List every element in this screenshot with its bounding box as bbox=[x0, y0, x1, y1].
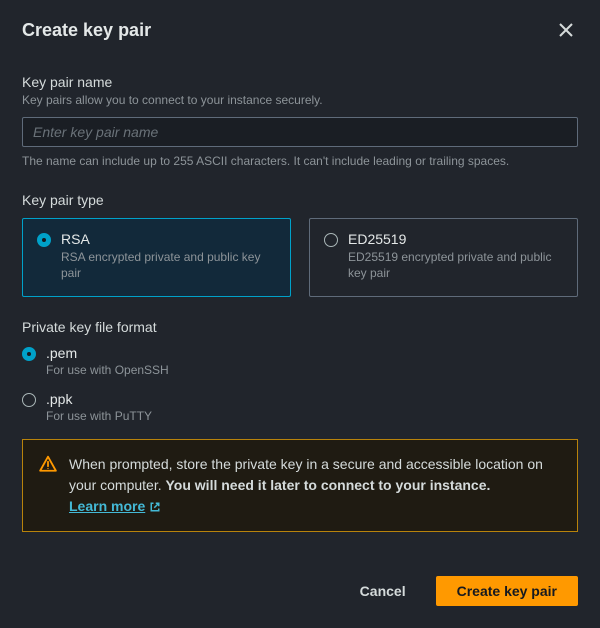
private-key-format-options: .pem For use with OpenSSH .ppk For use w… bbox=[22, 345, 578, 423]
key-pair-name-input[interactable] bbox=[22, 117, 578, 147]
learn-more-label: Learn more bbox=[69, 496, 145, 517]
tile-title: RSA bbox=[61, 231, 276, 247]
key-pair-name-helper: Key pairs allow you to connect to your i… bbox=[22, 92, 578, 109]
key-pair-name-section: Key pair name Key pairs allow you to con… bbox=[22, 74, 578, 170]
key-pair-type-rsa[interactable]: RSA RSA encrypted private and public key… bbox=[22, 218, 291, 298]
radio-title: .pem bbox=[46, 345, 578, 361]
key-pair-type-label: Key pair type bbox=[22, 192, 578, 208]
close-button[interactable] bbox=[554, 18, 578, 42]
modal-footer: Cancel Create key pair bbox=[0, 558, 600, 628]
key-pair-name-label: Key pair name bbox=[22, 74, 578, 90]
modal-body: Key pair name Key pairs allow you to con… bbox=[0, 56, 600, 558]
warning-text: When prompted, store the private key in … bbox=[69, 454, 561, 517]
format-option-ppk[interactable]: .ppk For use with PuTTY bbox=[22, 391, 578, 423]
key-pair-type-options: RSA RSA encrypted private and public key… bbox=[22, 218, 578, 298]
key-pair-type-ed25519[interactable]: ED25519 ED25519 encrypted private and pu… bbox=[309, 218, 578, 298]
warning-icon bbox=[39, 455, 57, 473]
key-pair-name-constraint: The name can include up to 255 ASCII cha… bbox=[22, 153, 578, 170]
key-pair-type-section: Key pair type RSA RSA encrypted private … bbox=[22, 192, 578, 298]
radio-icon bbox=[22, 393, 36, 407]
external-link-icon bbox=[149, 501, 161, 513]
warning-alert: When prompted, store the private key in … bbox=[22, 439, 578, 532]
radio-icon bbox=[37, 233, 51, 247]
modal-title: Create key pair bbox=[22, 20, 151, 41]
modal-header: Create key pair bbox=[0, 0, 600, 56]
cancel-button[interactable]: Cancel bbox=[340, 577, 426, 605]
close-icon bbox=[558, 22, 574, 38]
tile-desc: RSA encrypted private and public key pai… bbox=[61, 249, 276, 283]
warning-text-bold: You will need it later to connect to you… bbox=[166, 477, 491, 493]
radio-icon bbox=[22, 347, 36, 361]
radio-desc: For use with PuTTY bbox=[46, 409, 578, 423]
private-key-format-section: Private key file format .pem For use wit… bbox=[22, 319, 578, 423]
radio-desc: For use with OpenSSH bbox=[46, 363, 578, 377]
create-key-pair-button[interactable]: Create key pair bbox=[436, 576, 578, 606]
radio-icon bbox=[324, 233, 338, 247]
tile-desc: ED25519 encrypted private and public key… bbox=[348, 249, 563, 283]
radio-title: .ppk bbox=[46, 391, 578, 407]
format-option-pem[interactable]: .pem For use with OpenSSH bbox=[22, 345, 578, 377]
private-key-format-label: Private key file format bbox=[22, 319, 578, 335]
create-key-pair-modal: Create key pair Key pair name Key pairs … bbox=[0, 0, 600, 628]
tile-title: ED25519 bbox=[348, 231, 563, 247]
learn-more-link[interactable]: Learn more bbox=[69, 496, 161, 517]
